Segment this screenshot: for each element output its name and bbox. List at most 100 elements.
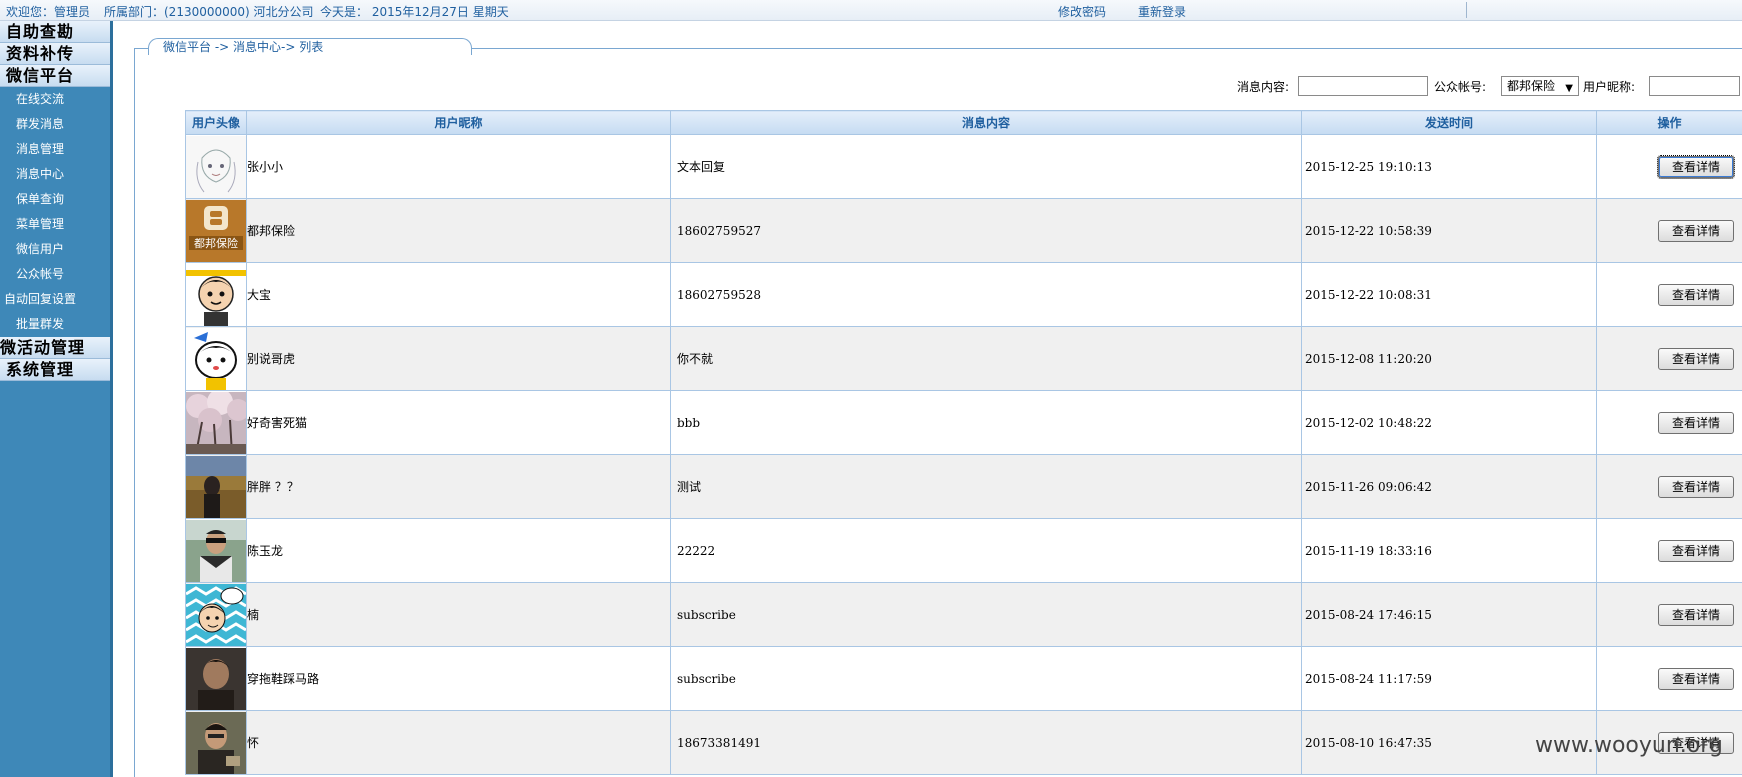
time-cell: 2015-11-19 18:33:16: [1301, 518, 1597, 583]
sidebar-item-wechat-users[interactable]: 微信用户: [0, 237, 110, 262]
nickname-cell: 好奇害死猫: [246, 390, 671, 455]
time-cell: 2015-11-26 09:06:42: [1301, 454, 1597, 519]
nickname-cell: 张小小: [246, 134, 671, 199]
table-row: 好奇害死猫 bbb 2015-12-02 10:48:22 查看详情: [185, 390, 1742, 455]
account-select-value: 都邦保险: [1507, 79, 1556, 93]
sidebar-section-system[interactable]: 系统管理: [0, 359, 110, 381]
avatar: [186, 263, 246, 326]
avatar-cell: [185, 454, 247, 519]
nickname-cell: 大宝: [246, 262, 671, 327]
avatar: [186, 519, 246, 582]
avatar-cell: [185, 518, 247, 583]
change-password-link[interactable]: 修改密码: [1058, 3, 1106, 20]
table-row: 都邦保险 都邦保险 18602759527 2015-12-22 10:58:3…: [185, 198, 1742, 263]
sidebar-item-policy-query[interactable]: 保单查询: [0, 187, 110, 212]
nickname-search-input[interactable]: [1649, 76, 1740, 96]
topbar-divider: [1466, 2, 1467, 18]
message-cell: 18673381491: [670, 710, 1302, 775]
time-cell: 2015-12-22 10:08:31: [1301, 262, 1597, 327]
nickname-cell: 都邦保险: [246, 198, 671, 263]
avatar-cell: [185, 262, 247, 327]
sidebar-section-self-survey[interactable]: 自助查勘: [0, 21, 110, 43]
message-cell: 测试: [670, 454, 1302, 519]
view-details-button[interactable]: 查看详情: [1658, 603, 1734, 626]
header-nickname: 用户昵称: [246, 110, 671, 135]
sidebar-section-data-upload[interactable]: 资料补传: [0, 43, 110, 65]
sidebar-item-auto-reply[interactable]: 自动回复设置: [0, 287, 110, 312]
view-details-button[interactable]: 查看详情: [1658, 219, 1734, 242]
nickname-cell: 别说哥虎: [246, 326, 671, 391]
sidebar-item-batch-broadcast[interactable]: 批量群发: [0, 312, 110, 337]
view-details-button[interactable]: 查看详情: [1658, 539, 1734, 562]
nickname-label: 用户昵称:: [1583, 80, 1636, 94]
avatar-cell: [185, 582, 247, 647]
view-details-button[interactable]: 查看详情: [1658, 283, 1734, 306]
table-header-row: 用户头像 用户昵称 消息内容 发送时间 操作: [185, 110, 1742, 135]
table-row: 楠 subscribe 2015-08-24 17:46:15 查看详情: [185, 582, 1742, 647]
header-action: 操作: [1596, 110, 1742, 135]
svg-text:都邦保险: 都邦保险: [194, 236, 238, 250]
watermark: www.wooyun.org: [1535, 733, 1723, 758]
nickname-cell: 楠: [246, 582, 671, 647]
time-cell: 2015-12-08 11:20:20: [1301, 326, 1597, 391]
avatar-cell: [185, 710, 247, 775]
action-cell: 查看详情: [1596, 582, 1742, 647]
avatar: [186, 135, 246, 198]
table-row: 穿拖鞋踩马路 subscribe 2015-08-24 11:17:59 查看详…: [185, 646, 1742, 711]
avatar: [186, 455, 246, 518]
view-details-button[interactable]: 查看详情: [1657, 154, 1735, 179]
message-cell: subscribe: [670, 646, 1302, 711]
message-cell: 你不就: [670, 326, 1302, 391]
action-cell: 查看详情: [1596, 326, 1742, 391]
content-label: 消息内容:: [1237, 80, 1290, 94]
date-text: 今天是： 2015年12月27日 星期天: [320, 5, 509, 19]
header-avatar: 用户头像: [185, 110, 247, 135]
nickname-cell: 胖胖 ？？: [246, 454, 671, 519]
breadcrumb: 微信平台 -> 消息中心-> 列表: [148, 38, 472, 55]
table-row: 怀 18673381491 2015-08-10 16:47:35 查看详情: [185, 710, 1742, 775]
relogin-link[interactable]: 重新登录: [1138, 3, 1186, 20]
sidebar-section-micro-activity[interactable]: 微活动管理: [0, 337, 110, 359]
avatar-cell: [185, 134, 247, 199]
time-cell: 2015-12-02 10:48:22: [1301, 390, 1597, 455]
message-cell: 22222: [670, 518, 1302, 583]
sidebar-item-broadcast[interactable]: 群发消息: [0, 112, 110, 137]
view-details-button[interactable]: 查看详情: [1658, 411, 1734, 434]
avatar: [186, 647, 246, 710]
content-frame-border: [134, 48, 135, 777]
message-cell: 文本回复: [670, 134, 1302, 199]
sidebar-item-public-accounts[interactable]: 公众帐号: [0, 262, 110, 287]
action-cell: 查看详情: [1596, 454, 1742, 519]
search-bar: 消息内容: 公众帐号: 都邦保险 ▼ 用户昵称:: [0, 74, 1742, 98]
sidebar-item-message-center[interactable]: 消息中心: [0, 162, 110, 187]
nickname-cell: 陈玉龙: [246, 518, 671, 583]
chevron-down-icon: ▼: [1565, 83, 1573, 94]
avatar: [186, 711, 246, 774]
account-select[interactable]: 都邦保险 ▼: [1501, 76, 1579, 96]
content-search-input[interactable]: [1298, 76, 1428, 96]
avatar-cell: [185, 646, 247, 711]
sidebar: 自助查勘 资料补传 微信平台 在线交流 群发消息 消息管理 消息中心 保单查询 …: [0, 21, 113, 777]
time-cell: 2015-12-25 19:10:13: [1301, 134, 1597, 199]
message-table: 用户头像 用户昵称 消息内容 发送时间 操作 张小小 文本回复 2015-12-…: [185, 110, 1742, 775]
sidebar-item-menu-management[interactable]: 菜单管理: [0, 212, 110, 237]
avatar: [186, 327, 246, 390]
welcome-text: 欢迎您：管理员: [6, 5, 91, 19]
sidebar-item-message-management[interactable]: 消息管理: [0, 137, 110, 162]
avatar: 都邦保险: [186, 199, 246, 262]
table-row: 大宝 18602759528 2015-12-22 10:08:31 查看详情: [185, 262, 1742, 327]
message-cell: bbb: [670, 390, 1302, 455]
action-cell: 查看详情: [1596, 134, 1742, 199]
time-cell: 2015-12-22 10:58:39: [1301, 198, 1597, 263]
action-cell: 查看详情: [1596, 262, 1742, 327]
avatar: [186, 583, 246, 646]
header-time: 发送时间: [1301, 110, 1597, 135]
view-details-button[interactable]: 查看详情: [1658, 347, 1734, 370]
nickname-cell: 怀: [246, 710, 671, 775]
view-details-button[interactable]: 查看详情: [1658, 667, 1734, 690]
view-details-button[interactable]: 查看详情: [1658, 475, 1734, 498]
action-cell: 查看详情: [1596, 198, 1742, 263]
table-row: 张小小 文本回复 2015-12-25 19:10:13 查看详情: [185, 134, 1742, 199]
action-cell: 查看详情: [1596, 390, 1742, 455]
message-cell: 18602759527: [670, 198, 1302, 263]
